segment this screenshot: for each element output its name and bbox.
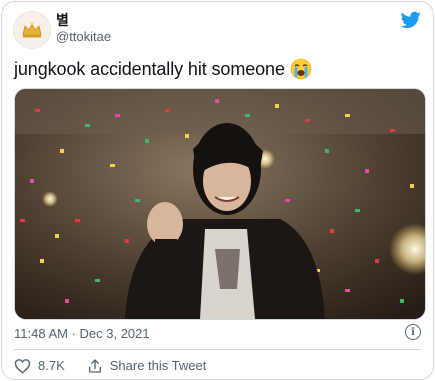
tweet-video[interactable] bbox=[14, 88, 426, 320]
share-button[interactable]: Share this Tweet bbox=[87, 357, 207, 375]
share-label: Share this Tweet bbox=[109, 358, 207, 373]
divider bbox=[14, 349, 421, 350]
like-button[interactable]: 8.7K bbox=[14, 357, 65, 375]
tweet-card: 별 @ttokitae jungkook accidentally hit so… bbox=[1, 1, 434, 380]
video-still-image bbox=[15, 89, 425, 319]
tweet-timestamp[interactable]: 11:48 AM · Dec 3, 2021 bbox=[14, 325, 150, 343]
tweet-actions: 8.7K Share this Tweet bbox=[14, 357, 206, 375]
tweet-text: jungkook accidentally hit someone bbox=[14, 59, 285, 79]
info-icon[interactable]: i bbox=[405, 324, 421, 340]
author-display-name[interactable]: 별 bbox=[56, 11, 69, 29]
heart-icon bbox=[14, 359, 31, 374]
tweet-body: jungkook accidentally hit someone bbox=[14, 57, 312, 81]
like-count: 8.7K bbox=[38, 358, 65, 373]
author-avatar[interactable] bbox=[13, 11, 51, 49]
loudly-crying-face-icon bbox=[290, 58, 312, 80]
author-handle[interactable]: @ttokitae bbox=[56, 29, 111, 45]
crown-icon bbox=[22, 22, 42, 38]
twitter-bird-icon[interactable] bbox=[401, 11, 421, 29]
share-icon bbox=[88, 359, 101, 373]
